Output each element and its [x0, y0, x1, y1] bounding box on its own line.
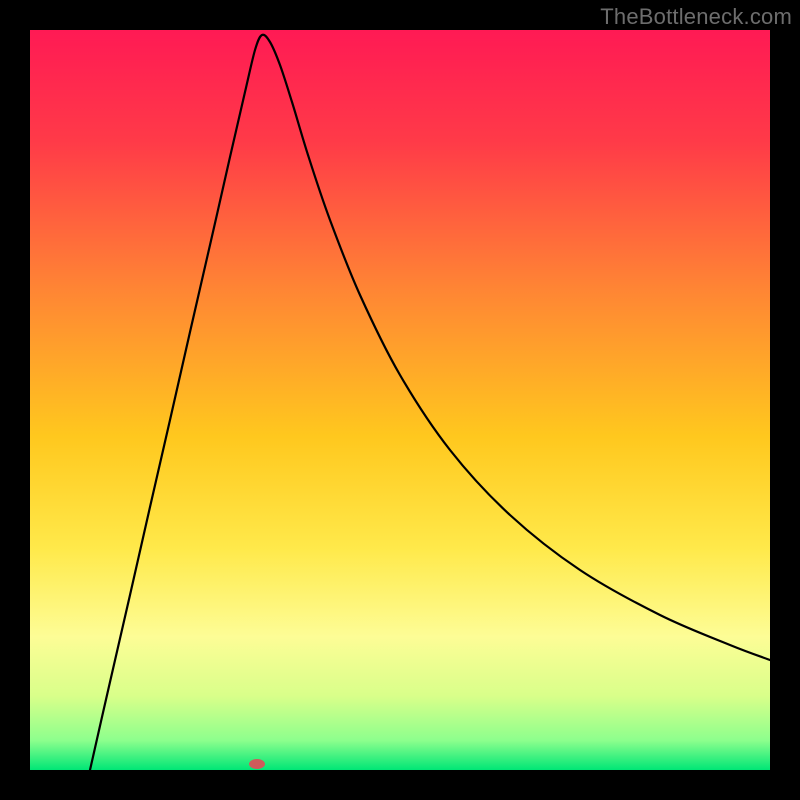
plot-area: [30, 30, 770, 770]
chart-frame: TheBottleneck.com: [0, 0, 800, 800]
plot-svg: [30, 30, 770, 770]
gradient-background: [30, 30, 770, 770]
watermark-text: TheBottleneck.com: [600, 4, 792, 30]
optimum-marker: [249, 759, 265, 769]
